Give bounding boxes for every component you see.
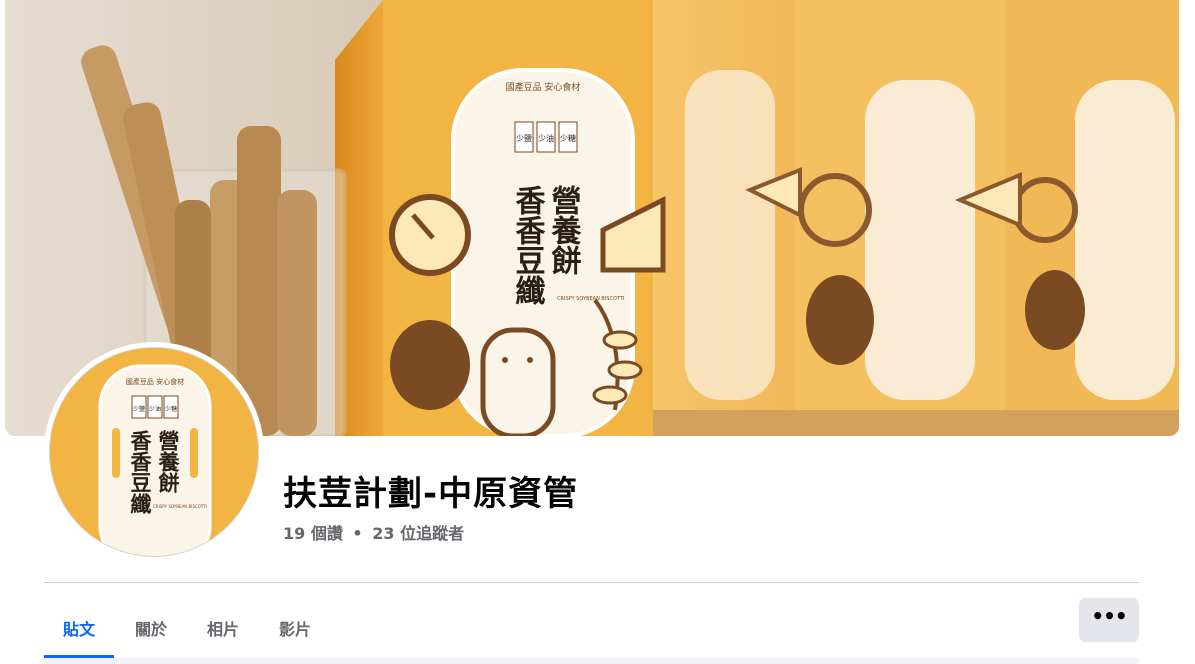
tab-videos[interactable]: 影片 [260, 598, 330, 658]
cover-box-title-right: 營養餅 [546, 185, 583, 275]
header-divider [44, 582, 1139, 583]
avatar-image: 國產豆品 安心食材 少鹽 少油 少糖 營養餅 香香豆纖 CRISPY SOYBE… [49, 347, 259, 557]
tab-about[interactable]: 關於 [116, 598, 186, 658]
cover-badge-oil: 少油 [538, 133, 554, 143]
more-options-button[interactable]: ••• [1079, 598, 1139, 642]
avatar-subtitle: CRISPY SOYBEAN BISCOTTI [153, 504, 207, 509]
avatar-badge-oil: 少油 [149, 405, 161, 413]
likes-count[interactable]: 19 個讚 [283, 524, 343, 543]
page-tabs: 貼文 關於 相片 影片 [44, 598, 332, 658]
cover-badge-salt: 少鹽 [516, 133, 532, 143]
avatar-badge-sugar: 少糖 [165, 405, 177, 413]
tab-posts[interactable]: 貼文 [44, 598, 115, 658]
page-stats: 19 個讚 • 23 位追蹤者 [283, 520, 464, 544]
cover-box-subtitle: CRISPY SOYBEAN BISCOTTI [557, 296, 624, 302]
followers-count[interactable]: 23 位追蹤者 [372, 524, 464, 543]
profile-avatar[interactable]: 國產豆品 安心食材 少鹽 少油 少糖 營養餅 香香豆纖 CRISPY SOYBE… [44, 342, 264, 562]
cover-badge-sugar: 少糖 [560, 133, 576, 143]
page-title: 扶荳計劃-中原資管 [283, 474, 579, 514]
tab-photos[interactable]: 相片 [188, 598, 258, 658]
avatar-title-right: 營養餅 [156, 430, 181, 494]
avatar-badge-salt: 少鹽 [133, 405, 145, 413]
more-horizontal-icon: ••• [1091, 604, 1127, 628]
stats-separator: • [352, 524, 363, 543]
cover-box-top-text: 國產豆品 安心食材 [506, 81, 581, 93]
avatar-top-text: 國產豆品 安心食材 [126, 377, 184, 386]
feed-background-strip [44, 658, 1139, 664]
cover-box-title-left: 香香豆纖 [510, 185, 546, 306]
facebook-page-header: 國產豆品 安心食材 少鹽 少油 少糖 營養餅 香香豆纖 CRISPY SOYBE… [0, 0, 1195, 664]
avatar-title-left: 香香豆纖 [128, 430, 152, 515]
